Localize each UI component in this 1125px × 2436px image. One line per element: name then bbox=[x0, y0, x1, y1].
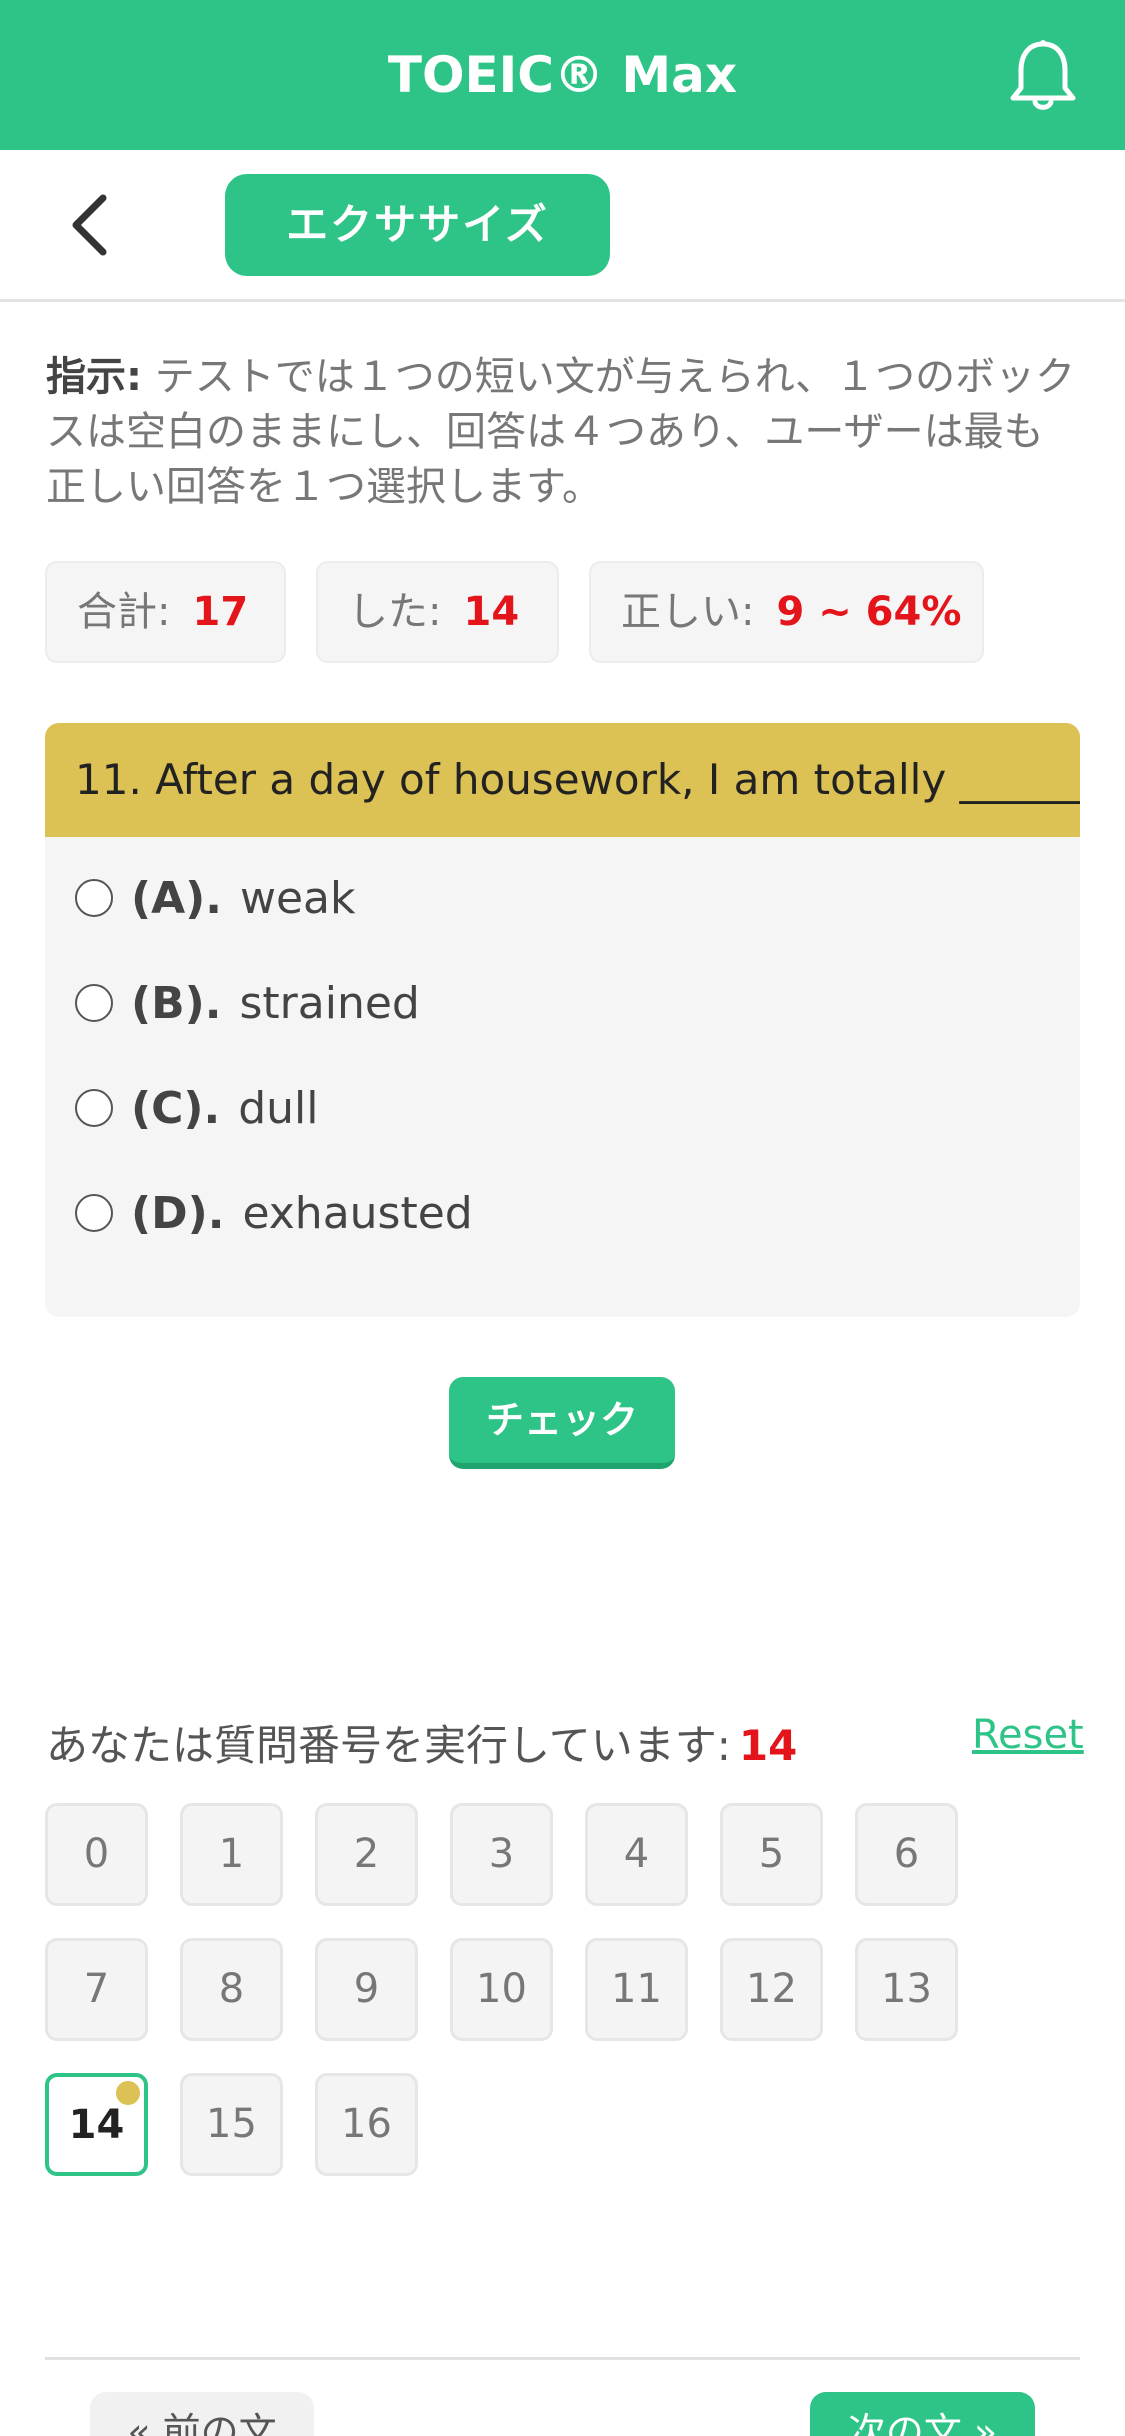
question-number-button[interactable]: 10 bbox=[450, 1938, 553, 2041]
question-card: 11. After a day of housework, I am total… bbox=[45, 723, 1080, 1317]
reset-link[interactable]: Reset bbox=[972, 1712, 1084, 1758]
option-b[interactable]: (B). strained bbox=[75, 968, 420, 1038]
radio-a[interactable] bbox=[75, 879, 113, 917]
stat-total: 合計: 17 bbox=[45, 561, 286, 663]
option-d[interactable]: (D). exhausted bbox=[75, 1178, 473, 1248]
question-number-button[interactable]: 3 bbox=[450, 1803, 553, 1906]
option-c[interactable]: (C). dull bbox=[75, 1073, 319, 1143]
bell-icon[interactable] bbox=[1008, 38, 1078, 112]
question-text: 11. After a day of housework, I am total… bbox=[45, 723, 1080, 837]
option-b-text: strained bbox=[239, 977, 420, 1029]
app-title: TOEIC® Max bbox=[387, 46, 738, 104]
progress-current: 14 bbox=[738, 1721, 798, 1770]
question-number-button[interactable]: 16 bbox=[315, 2073, 418, 2176]
toolbar: エクササイズ bbox=[0, 150, 1125, 302]
current-indicator-dot bbox=[116, 2081, 140, 2105]
instructions-text: テストでは１つの短い文が与えられ、１つのボックスは空白のままにし、回答は４つあり… bbox=[46, 354, 1076, 510]
question-number-button[interactable]: 7 bbox=[45, 1938, 148, 2041]
option-a-text: weak bbox=[240, 872, 356, 924]
question-number-button[interactable]: 14 bbox=[45, 2073, 148, 2176]
progress-status: あなたは質問番号を実行しています: 14 bbox=[46, 1712, 797, 1773]
question-number-button[interactable]: 9 bbox=[315, 1938, 418, 2041]
option-b-letter: (B). bbox=[131, 977, 222, 1029]
question-number-button[interactable]: 6 bbox=[855, 1803, 958, 1906]
option-d-letter: (D). bbox=[131, 1187, 225, 1239]
divider bbox=[45, 2357, 1080, 2360]
option-d-text: exhausted bbox=[242, 1187, 473, 1239]
instructions: 指示: テストでは１つの短い文が与えられ、１つのボックスは空白のままにし、回答は… bbox=[46, 350, 1076, 515]
stat-done-label: した: bbox=[348, 589, 442, 635]
radio-d[interactable] bbox=[75, 1194, 113, 1232]
option-a-letter: (A). bbox=[131, 872, 222, 924]
option-c-text: dull bbox=[238, 1082, 319, 1134]
check-button[interactable]: チェック bbox=[449, 1377, 675, 1469]
stat-total-label: 合計: bbox=[77, 589, 171, 635]
option-a[interactable]: (A). weak bbox=[75, 863, 356, 933]
next-sentence-button[interactable]: 次の文 » bbox=[810, 2392, 1035, 2436]
question-number-button[interactable]: 1 bbox=[180, 1803, 283, 1906]
stat-total-value: 17 bbox=[192, 589, 249, 635]
radio-b[interactable] bbox=[75, 984, 113, 1022]
question-number-button[interactable]: 15 bbox=[180, 2073, 283, 2176]
question-number-button[interactable]: 4 bbox=[585, 1803, 688, 1906]
progress-label: あなたは質問番号を実行しています: bbox=[46, 1721, 731, 1770]
radio-c[interactable] bbox=[75, 1089, 113, 1127]
question-number-button[interactable]: 12 bbox=[720, 1938, 823, 2041]
back-chevron-icon[interactable] bbox=[58, 190, 128, 260]
question-number-button[interactable]: 0 bbox=[45, 1803, 148, 1906]
prev-sentence-button[interactable]: « 前の文 bbox=[90, 2392, 314, 2436]
question-number-button[interactable]: 11 bbox=[585, 1938, 688, 2041]
option-c-letter: (C). bbox=[131, 1082, 221, 1134]
stat-done: した: 14 bbox=[316, 561, 559, 663]
stat-correct-value: 9 ~ 64% bbox=[776, 589, 962, 635]
stat-correct: 正しい: 9 ~ 64% bbox=[589, 561, 984, 663]
question-number-button[interactable]: 13 bbox=[855, 1938, 958, 2041]
stat-correct-label: 正しい: bbox=[621, 589, 755, 635]
stat-done-value: 14 bbox=[463, 589, 520, 635]
app-header: TOEIC® Max bbox=[0, 0, 1125, 150]
instructions-label: 指示: bbox=[46, 354, 142, 400]
question-number-button[interactable]: 8 bbox=[180, 1938, 283, 2041]
question-number-button[interactable]: 5 bbox=[720, 1803, 823, 1906]
exercise-tab-button[interactable]: エクササイズ bbox=[225, 174, 610, 276]
question-number-button[interactable]: 2 bbox=[315, 1803, 418, 1906]
